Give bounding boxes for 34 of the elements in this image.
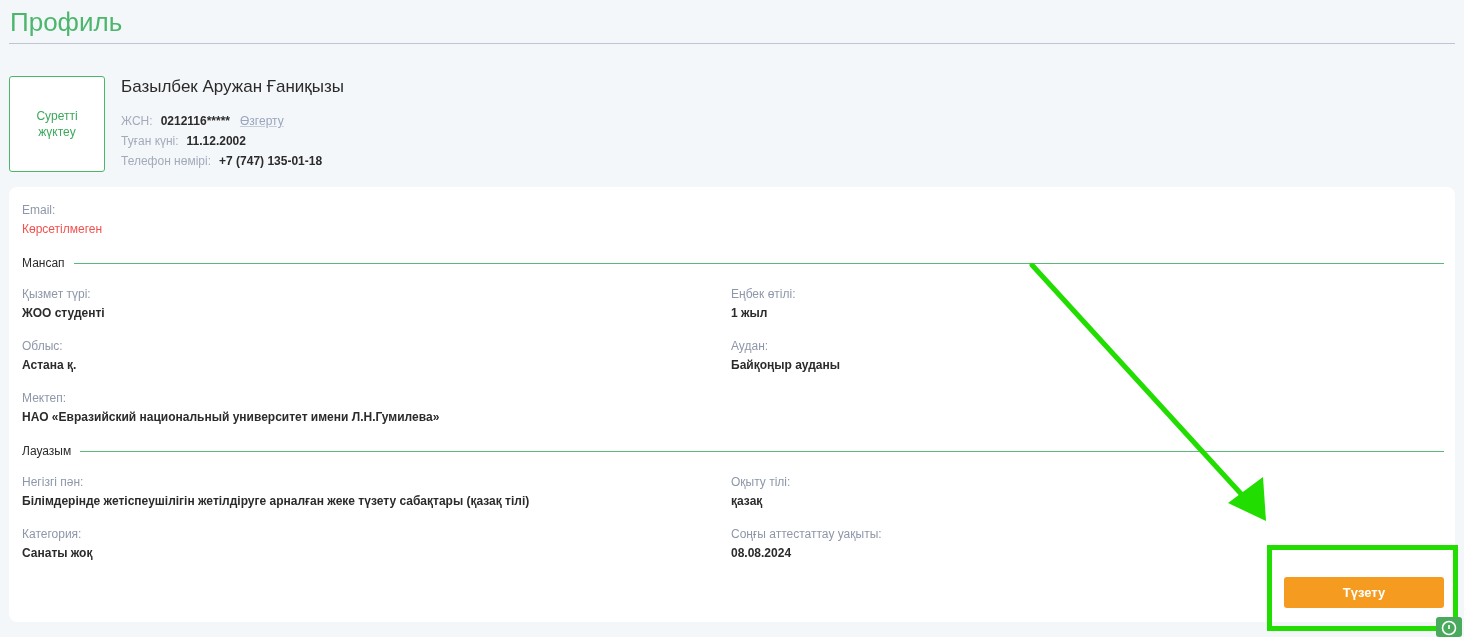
ring-icon[interactable] bbox=[1436, 617, 1462, 637]
field-value: 08.08.2024 bbox=[731, 545, 792, 561]
photo-upload-button[interactable]: Суретті жүктеу bbox=[9, 76, 105, 172]
field-label: Оқыту тілі: bbox=[731, 474, 791, 490]
field-label: Категория: bbox=[22, 526, 82, 542]
field-value: Астана қ. bbox=[22, 357, 77, 373]
field-label: Еңбек өтілі: bbox=[731, 286, 796, 302]
field-label: Қызмет түрі: bbox=[22, 286, 91, 302]
field-value: Санаты жоқ bbox=[22, 545, 93, 561]
field-label: Email: bbox=[22, 202, 56, 218]
detail-label: Туған күні: bbox=[121, 133, 179, 150]
detail-value: +7 (747) 135-01-18 bbox=[219, 153, 323, 170]
section-title: Лауазым bbox=[22, 443, 72, 459]
field-value: қазақ bbox=[731, 493, 763, 509]
field-label: Соңғы аттестаттау уақыты: bbox=[731, 526, 882, 542]
field-value: Байқоңыр ауданы bbox=[731, 357, 840, 373]
field-value: 1 жыл bbox=[731, 305, 768, 321]
detail-value: 11.12.2002 bbox=[186, 133, 246, 150]
field-value: ЖОО студенті bbox=[22, 305, 105, 321]
page-title: Профиль bbox=[10, 6, 124, 38]
field-value: НАО «Евразийский национальный университет имени Л.Н.Гумилева» bbox=[22, 409, 440, 425]
section-title: Мансап bbox=[22, 255, 65, 271]
person-name: Базылбек Аружан Ғаниқызы bbox=[121, 76, 344, 98]
field-label: Облыс: bbox=[22, 338, 63, 354]
detail-value: 0212116***** bbox=[160, 113, 231, 130]
edit-button[interactable]: Түзету bbox=[1284, 577, 1444, 608]
field-value: Білімдерінде жетіспеушілігін жетілдіруге арналған жеке түзету сабақтары (қазақ тілі) bbox=[22, 493, 530, 509]
detail-label: ЖСН: bbox=[121, 113, 153, 130]
detail-label: Телефон нөмірі: bbox=[121, 153, 211, 170]
field-label: Негізгі пән: bbox=[22, 474, 84, 490]
field-label: Мектеп: bbox=[22, 390, 67, 406]
change-link[interactable]: Өзгерту bbox=[240, 112, 284, 130]
field-value: Көрсетілмеген bbox=[22, 221, 103, 237]
field-label: Аудан: bbox=[731, 338, 769, 354]
